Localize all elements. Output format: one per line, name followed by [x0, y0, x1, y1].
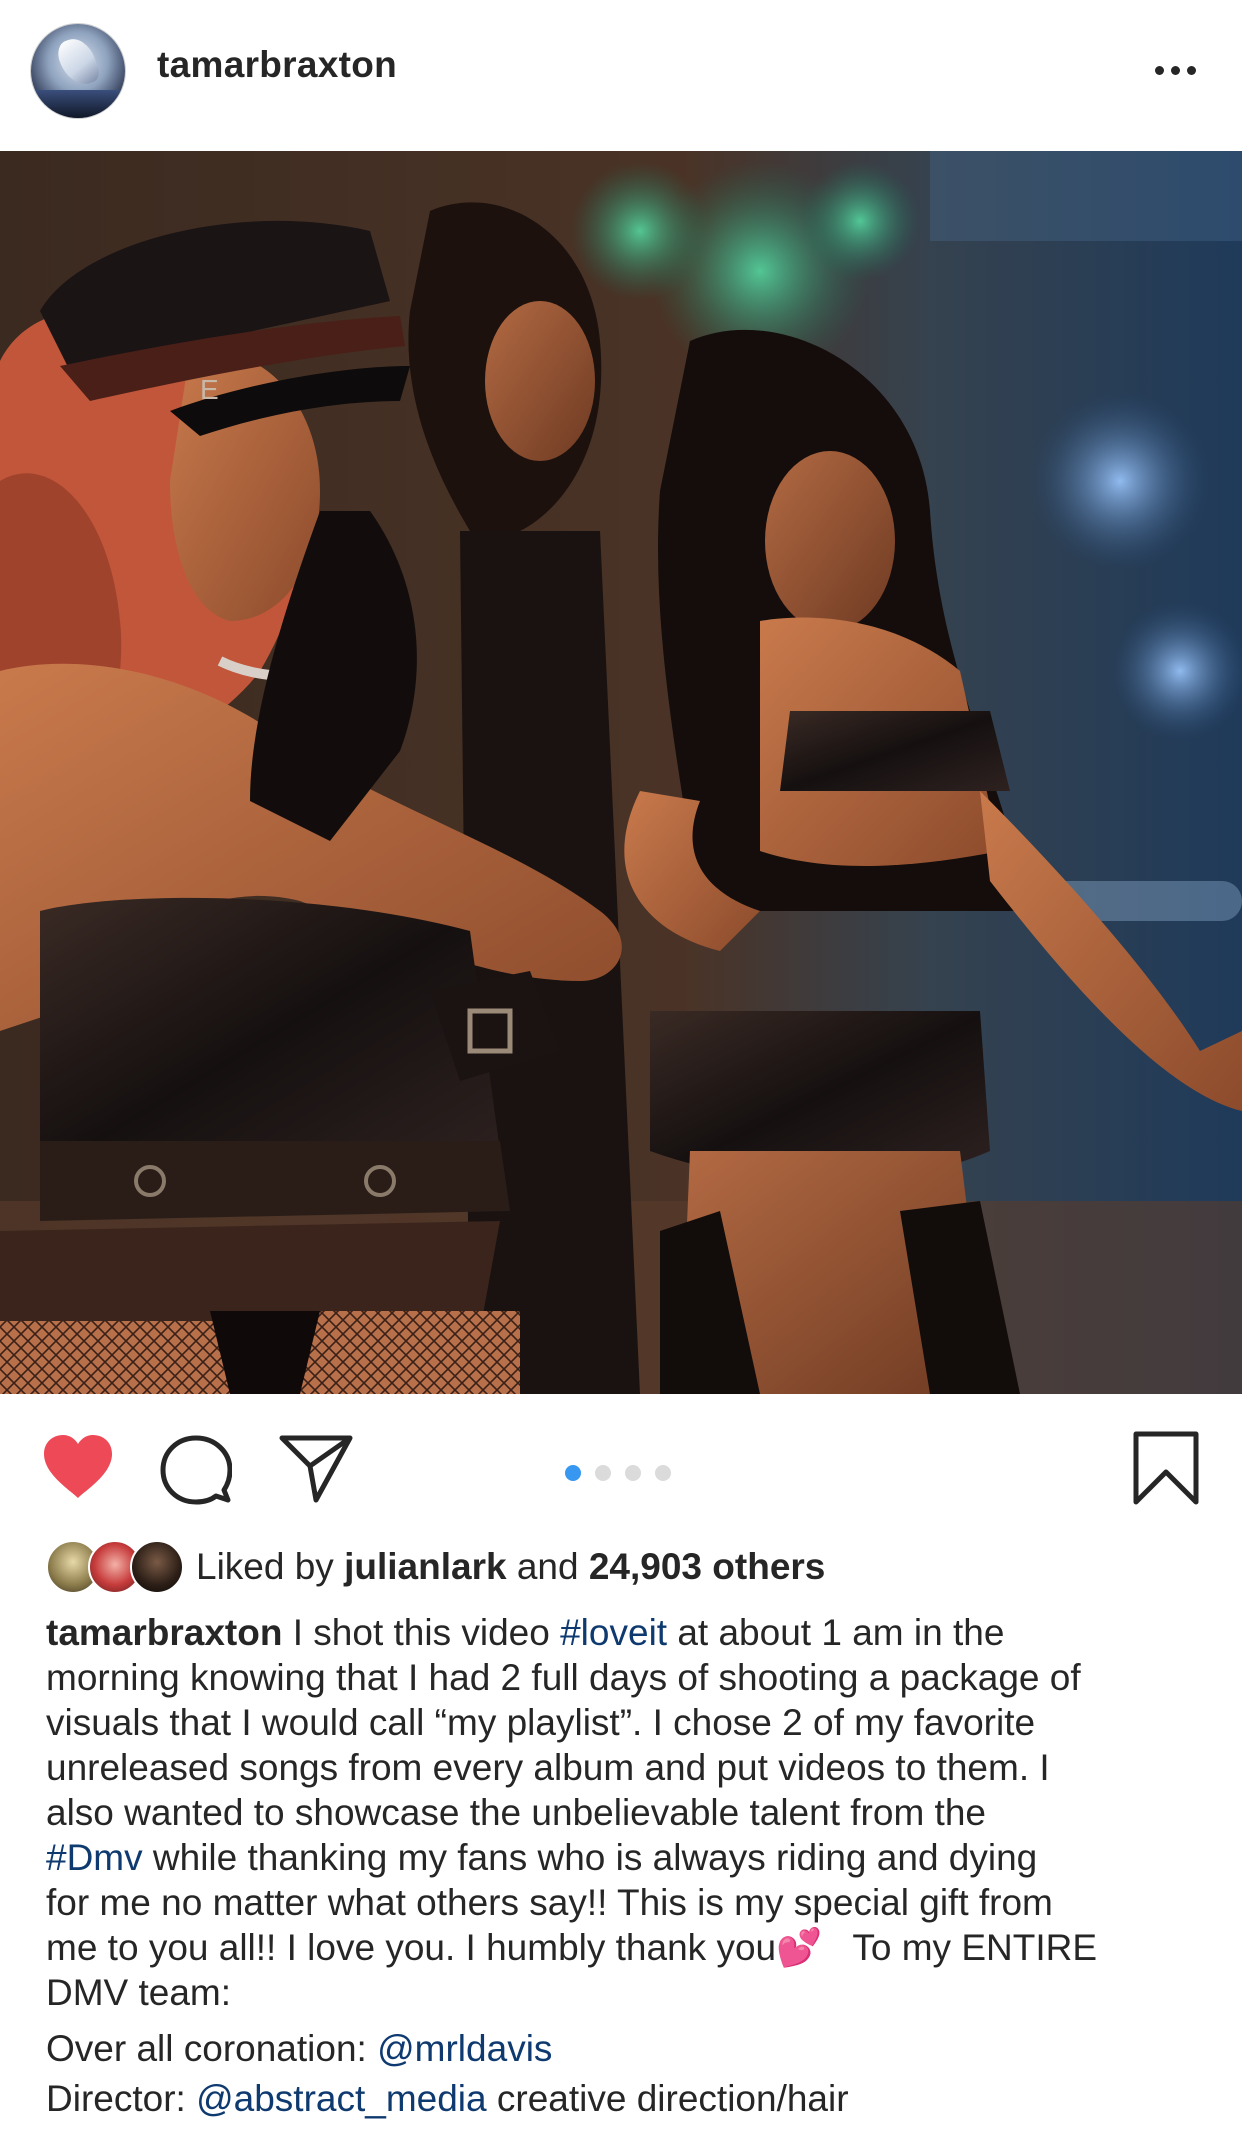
credit-label: Over all coronation:	[46, 2028, 378, 2069]
liker-avatar	[130, 1540, 184, 1594]
likes-count[interactable]: 24,903 others	[589, 1546, 826, 1587]
credit-label: Director:	[46, 2078, 197, 2119]
comment-icon[interactable]	[160, 1434, 233, 1506]
post-header: tamarbraxton	[0, 0, 1242, 151]
caption-line: for me no matter what others say!! This …	[46, 1882, 1053, 1923]
caption-line: #Dmv while thanking my fans who is alway…	[46, 1835, 1206, 1880]
caption-line: unreleased songs from every album and pu…	[46, 1747, 1050, 1788]
post-username[interactable]: tamarbraxton	[157, 44, 397, 86]
caption-line: me to you all!! I love you. I humbly tha…	[46, 1925, 1206, 1970]
caption-line: tamarbraxton I shot this video #loveit a…	[46, 1610, 1206, 1655]
caption-text: me to you all!! I love you. I humbly tha…	[46, 1927, 777, 1968]
caption-text: while thanking my fans who is always rid…	[142, 1837, 1038, 1878]
post-photo-illustration: E	[0, 151, 1242, 1394]
likes-middle: and	[506, 1546, 589, 1587]
hashtag-link[interactable]: #Dmv	[46, 1837, 143, 1878]
likes-text: Liked by julianlark and 24,903 others	[196, 1546, 825, 1588]
carousel-dot	[655, 1465, 671, 1481]
caption-username[interactable]: tamarbraxton	[46, 1612, 282, 1653]
share-direct-icon[interactable]	[278, 1432, 354, 1504]
like-heart-icon[interactable]	[40, 1432, 116, 1502]
mention-link[interactable]: @mrldavis	[377, 2028, 552, 2069]
credit-line: Over all coronation: @mrldavis	[46, 2024, 1206, 2074]
carousel-dot	[625, 1465, 641, 1481]
credit-line: Director: @abstract_media creative direc…	[46, 2074, 1206, 2124]
carousel-dot	[595, 1465, 611, 1481]
caption-text: I shot this video	[282, 1612, 561, 1653]
credit-text: creative direction/hair	[486, 2078, 849, 2119]
svg-text:E: E	[200, 374, 219, 405]
caption-line: morning knowing that I had 2 full days o…	[46, 1657, 1081, 1698]
likes-prefix: Liked by	[196, 1546, 345, 1587]
caption-line: DMV team:	[46, 1972, 232, 2013]
liker-avatars	[46, 1540, 184, 1594]
caption-line: visuals that I would call “my playlist”.…	[46, 1702, 1036, 1743]
carousel-dot-active	[565, 1465, 581, 1481]
liked-by-user[interactable]: julianlark	[344, 1546, 506, 1587]
caption-line: also wanted to showcase the unbelievable…	[46, 1792, 986, 1833]
profile-avatar[interactable]	[31, 24, 125, 118]
mention-link[interactable]: @abstract_media	[196, 2078, 487, 2119]
avatar-base	[31, 90, 125, 118]
caption-text: To my ENTIRE	[822, 1927, 1097, 1968]
hashtag-link[interactable]: #loveit	[560, 1612, 667, 1653]
two-hearts-emoji: 💕	[776, 1927, 823, 1968]
more-options-icon[interactable]	[1150, 60, 1200, 80]
caption-text: at about 1 am in the	[667, 1612, 1005, 1653]
carousel-indicator	[565, 1465, 671, 1481]
caption-credits: Over all coronation: @mrldavis Director:…	[46, 2024, 1206, 2124]
avatar-figure	[53, 33, 103, 91]
post-caption: tamarbraxton I shot this video #loveit a…	[46, 1610, 1206, 2015]
save-bookmark-icon[interactable]	[1132, 1430, 1200, 1506]
post-photo[interactable]: E	[0, 151, 1242, 1394]
post-action-bar	[0, 1394, 1242, 1544]
likes-row[interactable]: Liked by julianlark and 24,903 others	[46, 1540, 825, 1594]
